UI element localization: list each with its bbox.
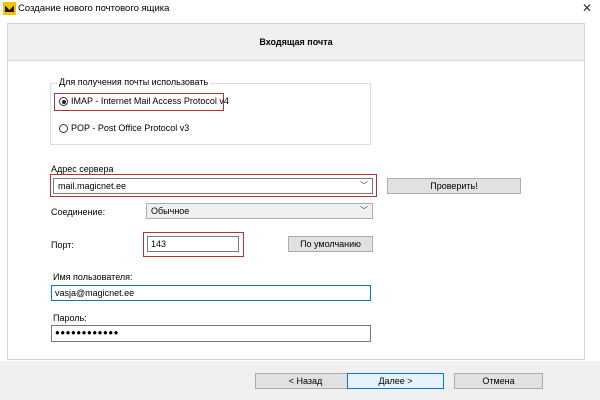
connection-value: Обычное [151,206,190,216]
server-value: mail.magicnet.ee [58,181,127,191]
chevron-down-icon[interactable]: ﹀ [360,204,368,218]
port-input[interactable]: 143 [147,236,239,252]
pop-label[interactable]: POP - Post Office Protocol v3 [71,123,189,133]
protocol-group-legend: Для получения почты использовать [57,77,211,87]
server-combobox[interactable]: mail.magicnet.ee ﹀ [53,178,373,194]
username-label: Имя пользователя: [53,272,133,282]
password-input[interactable]: ●●●●●●●●●●●● [51,325,371,342]
cancel-button[interactable]: Отмена [454,373,543,389]
app-mail-icon [3,2,16,15]
imap-label[interactable]: IMAP - Internet Mail Access Protocol v4 [71,96,229,106]
pop-radio[interactable] [59,124,68,133]
close-icon[interactable]: ✕ [574,0,600,18]
chevron-down-icon[interactable]: ﹀ [360,179,368,193]
connection-combobox[interactable]: Обычное ﹀ [146,203,373,219]
connection-label: Соединение: [51,207,106,217]
default-port-button[interactable]: По умолчанию [288,236,373,252]
next-button[interactable]: Далее > [347,373,444,389]
server-label: Адрес сервера [51,164,114,174]
section-title: Входящая почта [259,37,333,47]
back-button[interactable]: < Назад [255,373,356,389]
password-label: Пароль: [53,313,87,323]
check-button[interactable]: Проверить! [387,178,521,194]
port-label: Порт: [51,240,74,250]
window-title: Создание нового почтового ящика [18,3,170,14]
imap-radio[interactable] [59,97,68,106]
username-input[interactable]: vasja@magicnet.ee [51,285,371,301]
